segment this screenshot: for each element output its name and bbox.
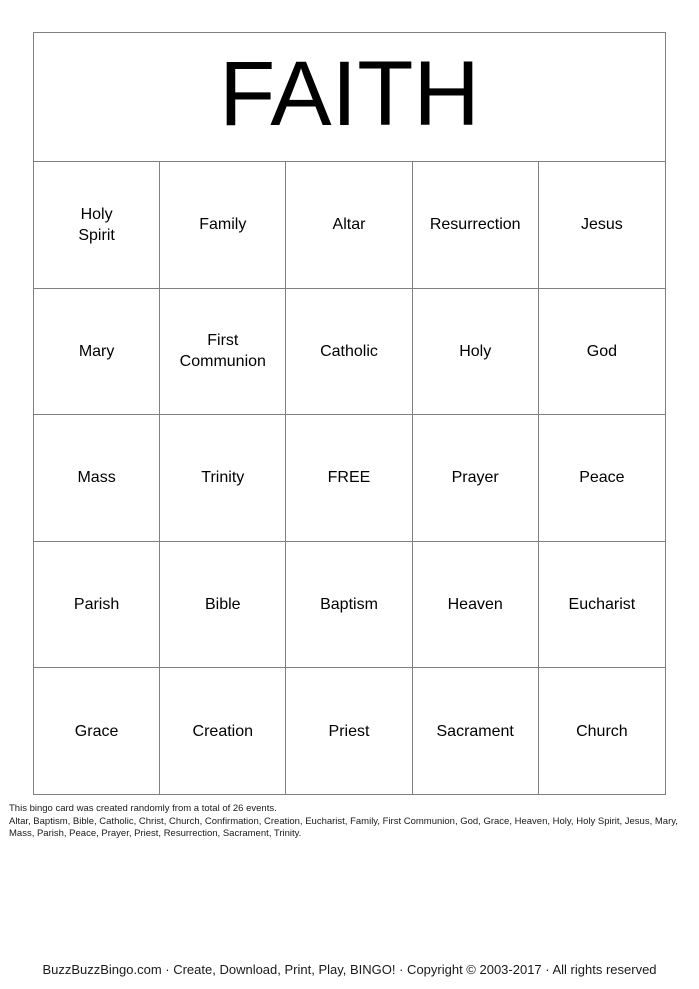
bingo-cell[interactable]: Church: [539, 668, 665, 795]
bingo-cell-label: Family: [199, 216, 247, 234]
bingo-cell-label: Jesus: [580, 216, 623, 234]
page-title: FAITH: [219, 43, 480, 145]
bingo-cell-label: Grace: [74, 723, 119, 741]
bingo-cell[interactable]: Trinity: [160, 415, 287, 542]
bingo-cell[interactable]: Baptism: [286, 541, 413, 669]
bingo-cell-label: Creation: [192, 723, 254, 741]
bingo-cell-label: Holy Spirit: [78, 205, 115, 244]
bingo-cell-label: Bible: [205, 596, 241, 614]
bingo-cell-label: Priest: [328, 723, 370, 741]
bingo-cell[interactable]: Holy Spirit: [34, 162, 161, 289]
bingo-cell-label: Mary: [78, 342, 115, 360]
bingo-cell-label: Church: [576, 723, 628, 741]
bingo-cell-label: Heaven: [447, 596, 503, 614]
bingo-cell-label: God: [586, 342, 618, 360]
bingo-cell[interactable]: Altar: [286, 162, 413, 289]
bingo-cell[interactable]: Creation: [160, 668, 287, 795]
bingo-cell[interactable]: Holy: [412, 288, 539, 416]
bingo-cell[interactable]: God: [538, 289, 665, 416]
bingo-cell-label: First Communion: [179, 332, 266, 371]
bingo-cell[interactable]: Catholic: [286, 288, 413, 416]
bingo-cell-label: Baptism: [320, 596, 378, 614]
bingo-cell[interactable]: Mass: [34, 415, 161, 542]
bingo-cell[interactable]: Priest: [286, 668, 413, 795]
page-footer: BuzzBuzzBingo.com · Create, Download, Pr…: [42, 962, 657, 977]
bingo-cell-free[interactable]: FREE: [286, 415, 413, 542]
bingo-cell[interactable]: Eucharist: [538, 542, 665, 669]
bingo-cell-label: Eucharist: [568, 596, 636, 614]
bingo-cell-label: Trinity: [201, 469, 245, 487]
bingo-cell[interactable]: Peace: [538, 415, 665, 542]
bingo-cell-label: Catholic: [320, 342, 378, 360]
note-line-summary: This bingo card was created randomly fro…: [9, 803, 277, 814]
bingo-cell[interactable]: Jesus: [538, 162, 665, 289]
bingo-cell-label: Holy: [459, 342, 492, 360]
bingo-cell[interactable]: First Communion: [160, 288, 287, 416]
bingo-cell[interactable]: Prayer: [412, 415, 539, 542]
bingo-card-title-row: FAITH: [34, 33, 665, 162]
bingo-cell[interactable]: Parish: [34, 541, 161, 669]
bingo-cell-label: Prayer: [451, 469, 499, 487]
bingo-cell[interactable]: Bible: [160, 541, 287, 669]
bingo-cell-label: Altar: [332, 216, 366, 234]
bingo-cell-label: Sacrament: [436, 723, 514, 741]
bingo-cell-label: Parish: [73, 596, 120, 614]
bingo-grid: Holy Spirit Family Altar Resurrection Je…: [34, 162, 665, 795]
bingo-cell-label: Mass: [77, 469, 116, 487]
note-line-events-2: Mass, Parish, Peace, Prayer, Priest, Res…: [9, 828, 302, 840]
bingo-cell[interactable]: Family: [160, 162, 287, 289]
bingo-cell[interactable]: Mary: [34, 288, 161, 416]
bingo-cell-label: Peace: [579, 469, 625, 487]
bingo-cell[interactable]: Sacrament: [413, 668, 539, 795]
bingo-cell-label: FREE: [327, 469, 371, 487]
bingo-card: FAITH Holy Spirit Family Altar Resurrect…: [33, 32, 666, 795]
card-generation-note: This bingo card was created randomly fro…: [9, 803, 691, 841]
note-line-events-1: Altar, Baptism, Bible, Catholic, Christ,…: [9, 815, 678, 827]
bingo-cell[interactable]: Grace: [34, 668, 161, 795]
bingo-cell-label: Resurrection: [429, 216, 521, 234]
bingo-cell[interactable]: Resurrection: [412, 162, 539, 289]
bingo-cell[interactable]: Heaven: [412, 541, 539, 669]
